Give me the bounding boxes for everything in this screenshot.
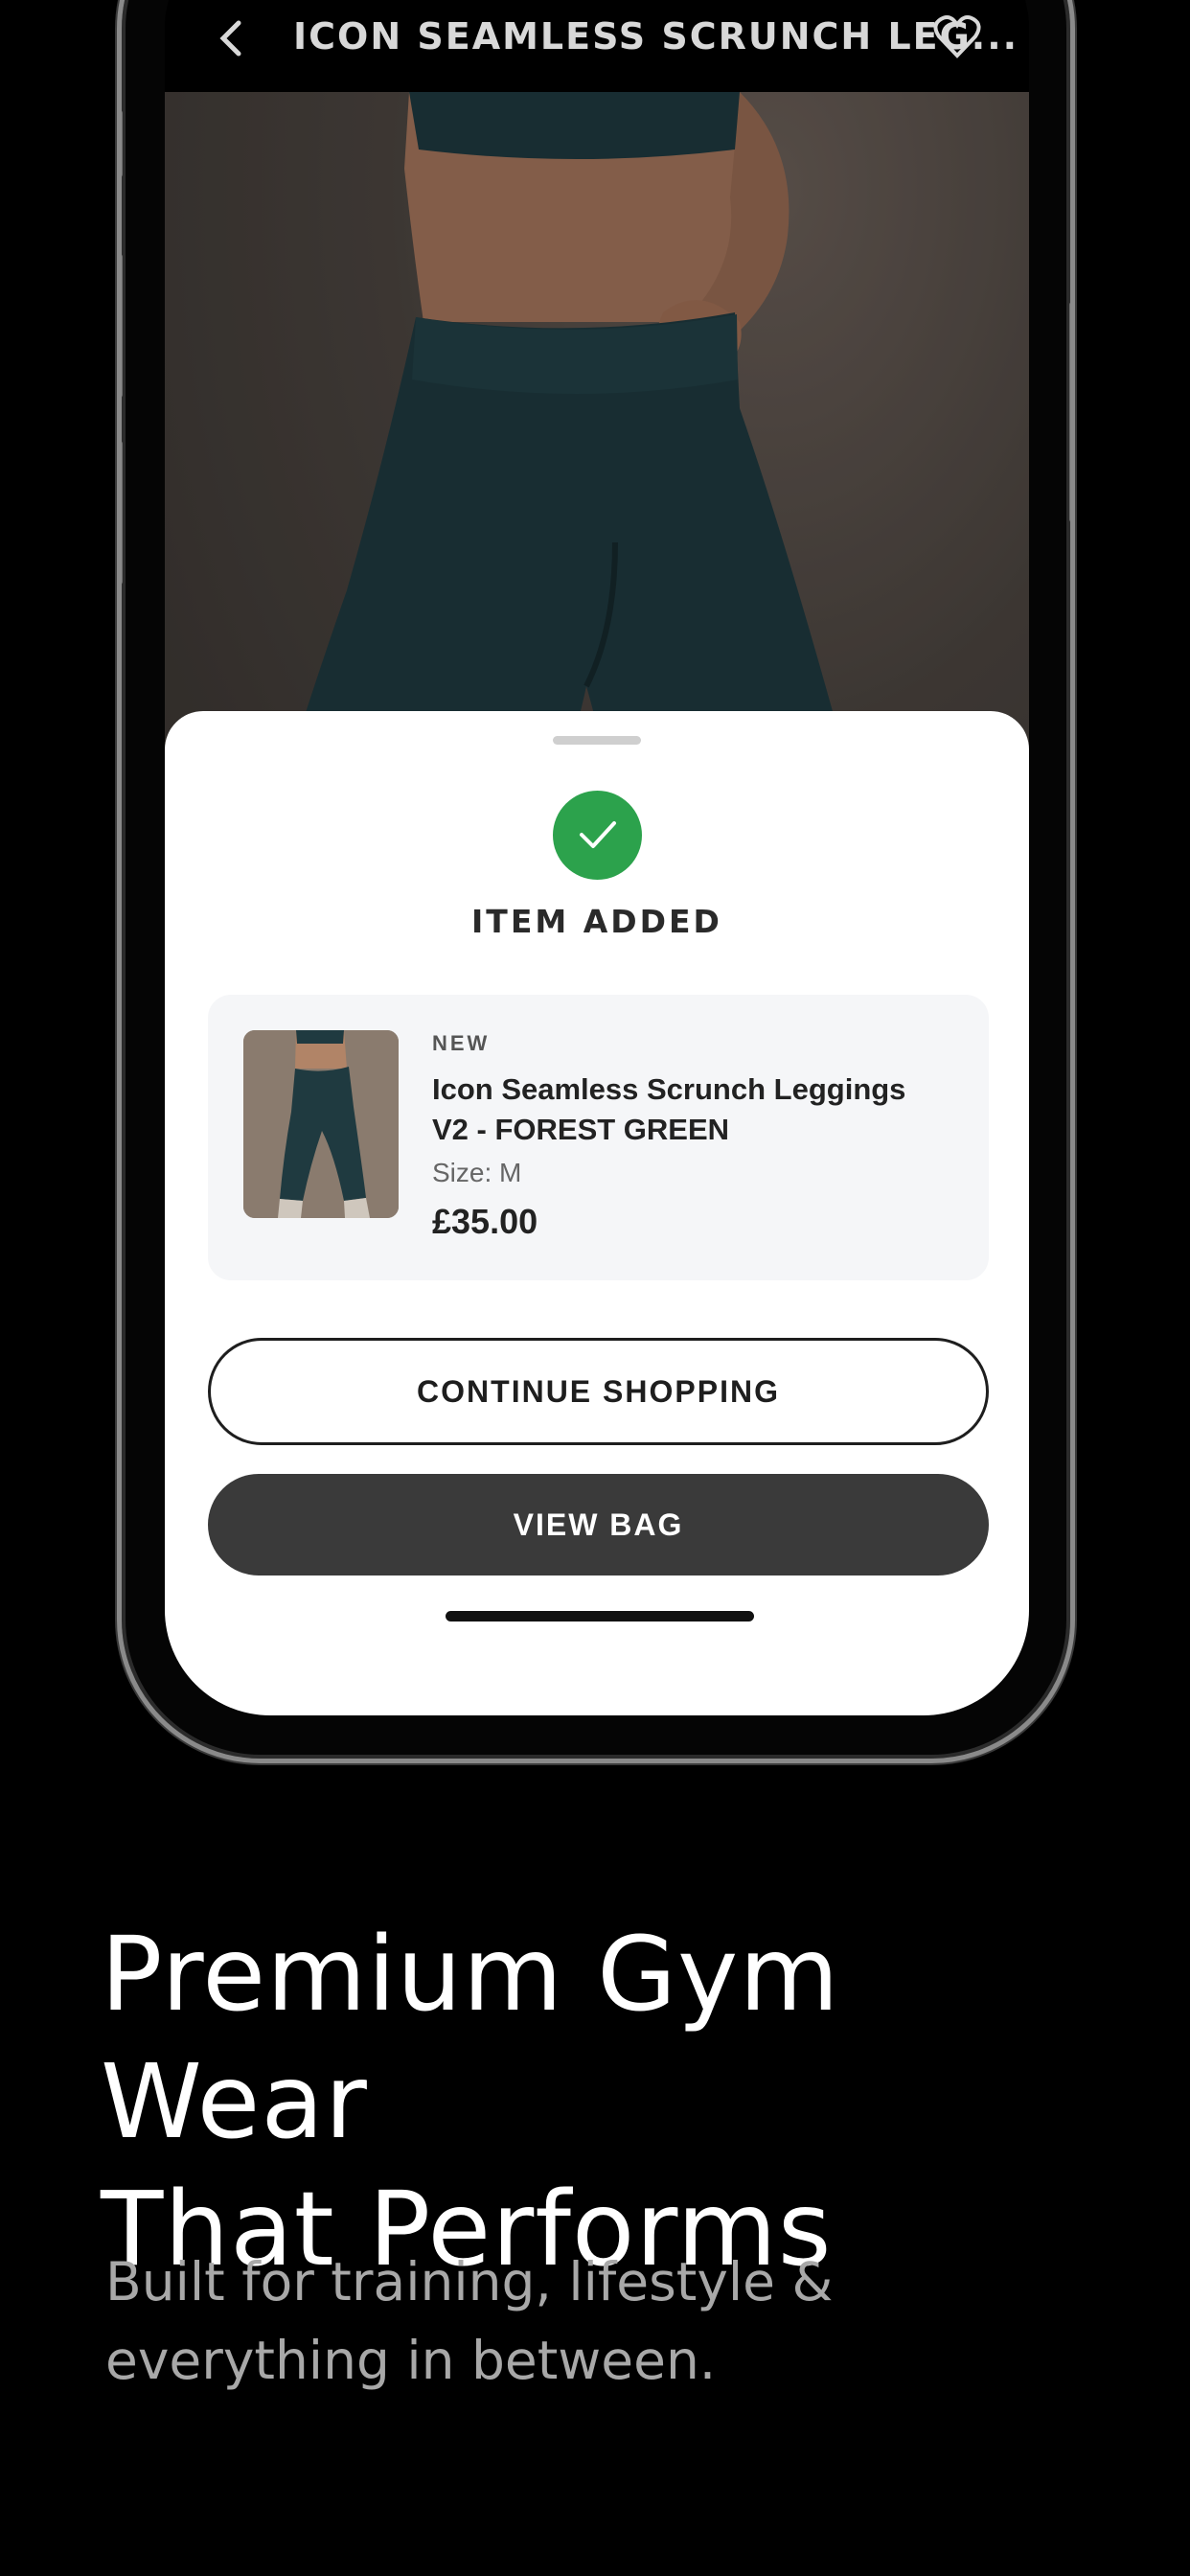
checkmark-icon — [553, 791, 642, 880]
continue-shopping-button[interactable]: CONTINUE SHOPPING — [208, 1338, 989, 1445]
app-screen: ICON SEAMLESS SCRUNCH LEG... ITEM ADDED — [165, 0, 1029, 1715]
subline-line-1: Built for training, lifestyle & — [105, 2251, 834, 2312]
chevron-left-icon[interactable] — [217, 19, 256, 58]
item-price: £35.00 — [432, 1202, 538, 1241]
marketing-headline: Premium Gym Wear That Performs — [101, 1912, 1135, 2294]
mute-switch — [122, 110, 123, 177]
item-name: Icon Seamless Scrunch Leggings V2 - FORE… — [432, 1072, 906, 1146]
sheet-grabber[interactable] — [553, 736, 641, 745]
view-bag-button[interactable]: VIEW BAG — [208, 1474, 989, 1576]
item-added-sheet: ITEM ADDED NEW Icon Seamless Scrunch Leg… — [165, 711, 1029, 1715]
added-item-card: NEW Icon Seamless Scrunch Leggings V2 - … — [208, 995, 989, 1280]
heart-icon[interactable] — [933, 15, 981, 59]
subline-line-2: everything in between. — [105, 2330, 717, 2391]
volume-up-button — [122, 254, 123, 398]
nav-bar: ICON SEAMLESS SCRUNCH LEG... — [165, 0, 1029, 92]
new-badge: NEW — [432, 1031, 491, 1055]
home-indicator — [446, 1611, 754, 1622]
item-added-title: ITEM ADDED — [471, 903, 722, 940]
product-thumbnail — [243, 1030, 399, 1218]
power-button — [1069, 302, 1070, 522]
item-size: Size: M — [432, 1158, 522, 1187]
volume-down-button — [122, 441, 123, 585]
phone-mockup: ICON SEAMLESS SCRUNCH LEG... ITEM ADDED — [117, 0, 1075, 1763]
nav-title: ICON SEAMLESS SCRUNCH LEG... — [293, 15, 1019, 58]
marketing-subline: Built for training, lifestyle & everythi… — [105, 2242, 968, 2400]
headline-line-1: Premium Gym Wear — [101, 1916, 840, 2162]
